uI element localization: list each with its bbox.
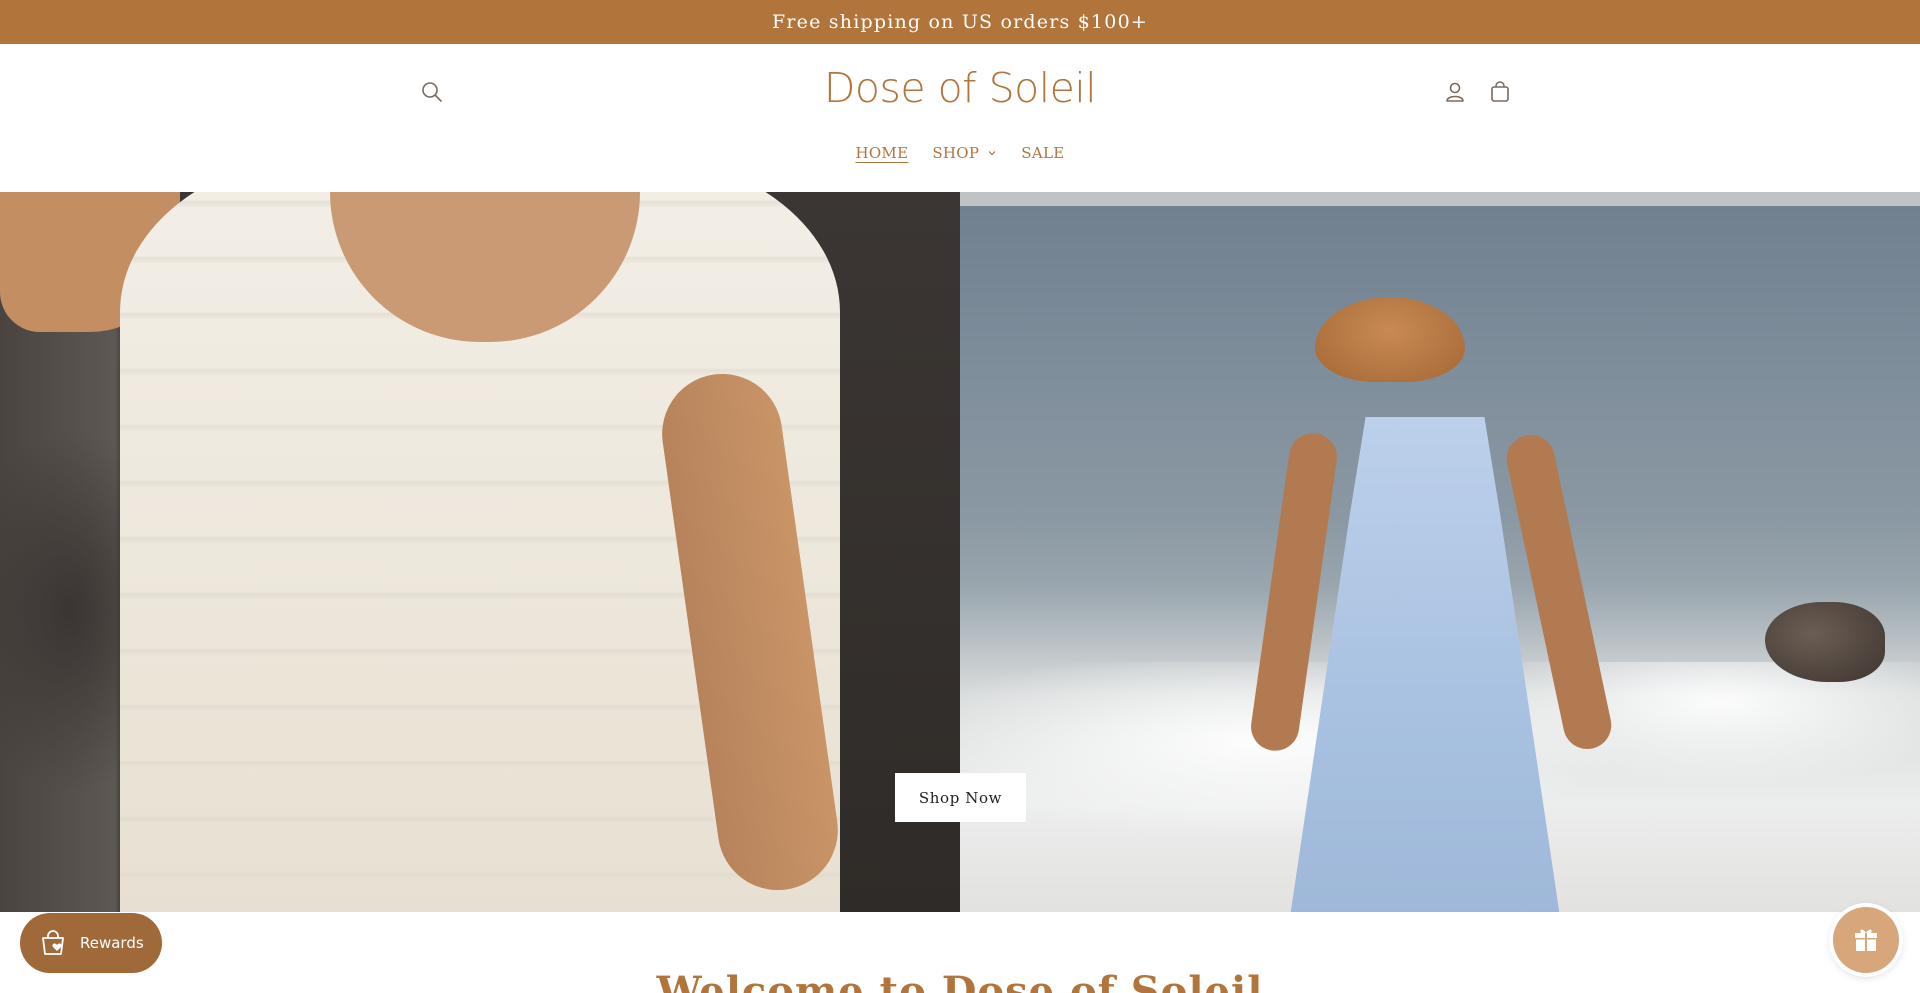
main-nav: HOME SHOP SALE (0, 138, 1920, 168)
welcome-heading: Welcome to Dose of Soleil (656, 968, 1264, 993)
search-icon (422, 82, 442, 102)
nav-item-shop[interactable]: SHOP (920, 138, 1009, 168)
nav-item-label: SALE (1021, 144, 1065, 162)
rewards-label: Rewards (80, 934, 144, 952)
nav-item-sale[interactable]: SALE (1009, 138, 1076, 168)
logo-link[interactable]: Dose of Soleil (824, 64, 1097, 112)
account-button[interactable] (1441, 78, 1469, 106)
site-header: Dose of Soleil HOME SHOP SALE (0, 44, 1920, 192)
hero-rock (1765, 602, 1885, 682)
gift-button[interactable] (1833, 907, 1899, 973)
search-button[interactable] (418, 78, 446, 106)
gift-icon (1855, 929, 1877, 951)
rewards-button[interactable]: Rewards (20, 913, 162, 973)
nav-item-home[interactable]: HOME (843, 138, 920, 168)
nav-item-label: HOME (855, 144, 909, 162)
hero-banner: Shop Now (0, 192, 1920, 912)
announcement-text: Free shipping on US orders $100+ (772, 11, 1148, 33)
nav-item-label: SHOP (932, 144, 980, 162)
shopping-bag-heart-icon (42, 930, 64, 955)
cart-icon (1491, 81, 1509, 102)
cart-button[interactable] (1486, 78, 1514, 106)
chevron-down-icon (988, 151, 996, 156)
hero-image-left (0, 192, 960, 912)
hero-figure-straw-hat (1315, 297, 1465, 382)
logo: Dose of Soleil (0, 64, 1920, 112)
announcement-bar: Free shipping on US orders $100+ (0, 0, 1920, 44)
hero-background-boats (960, 192, 1920, 206)
account-icon (1446, 82, 1464, 102)
shop-now-button[interactable]: Shop Now (895, 773, 1026, 822)
hero-image-right (960, 192, 1920, 912)
